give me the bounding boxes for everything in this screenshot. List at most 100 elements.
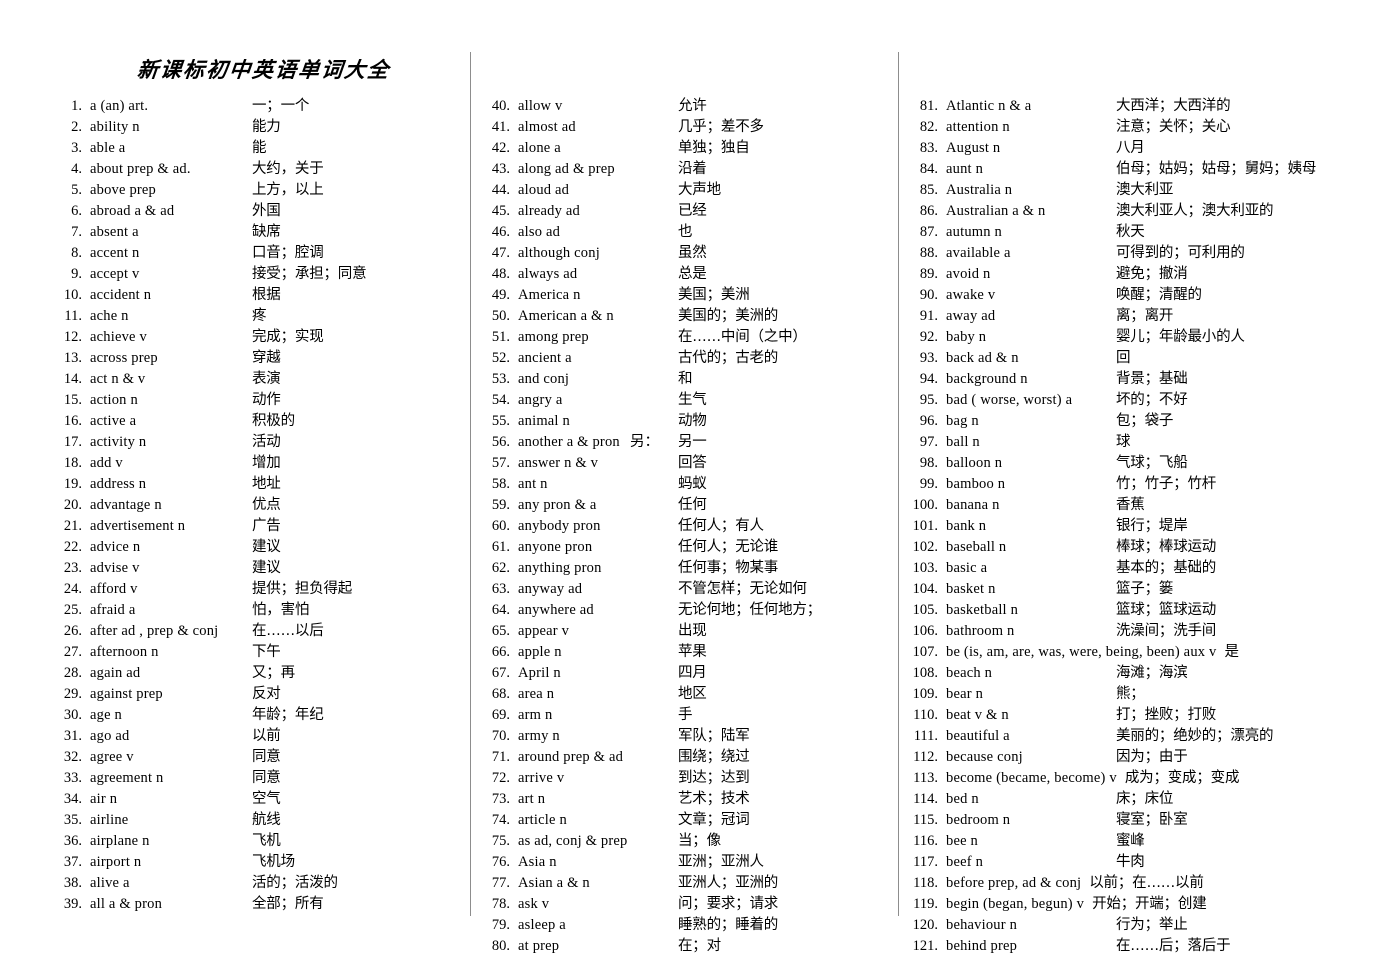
word-entry: 76. Asia n 亚洲；亚洲人 <box>480 852 885 873</box>
entry-number: 3. <box>71 140 82 156</box>
word-entry: 48. always ad 总是 <box>480 264 885 285</box>
entry-term: advise v <box>90 560 140 576</box>
entry-number: 11. <box>64 308 82 324</box>
word-entry: 109. bear n 熊； <box>908 684 1348 705</box>
word-entry: 102. baseball n 棒球；棒球运动 <box>908 537 1348 558</box>
entry-gloss: 地区 <box>678 686 707 702</box>
word-entry: 31. ago ad 以前 <box>52 726 457 747</box>
word-entry: 22. advice n 建议 <box>52 537 457 558</box>
entry-number: 68. <box>491 686 510 702</box>
entry-term: again ad <box>90 665 141 681</box>
word-entry: 119. begin (began, begun) v 开始；开端；创建 <box>908 894 1348 915</box>
entry-term: any pron & a <box>518 497 597 513</box>
entry-term: baby n <box>946 329 987 345</box>
word-entry: 16. active a 积极的 <box>52 411 457 432</box>
entry-number: 4. <box>71 161 82 177</box>
entry-term: beach n <box>946 665 993 681</box>
word-entry: 54. angry a 生气 <box>480 390 885 411</box>
entry-term: appear v <box>518 623 570 639</box>
entry-gloss: 因为；由于 <box>1116 749 1188 765</box>
entry-term: behind prep <box>946 938 1018 954</box>
entry-term: already ad <box>518 203 580 219</box>
entry-gloss: 是 <box>1224 644 1240 660</box>
entry-gloss: 棒球；棒球运动 <box>1116 539 1217 555</box>
entry-term: basic a <box>946 560 988 576</box>
entry-gloss: 生气 <box>678 392 707 408</box>
entry-gloss: 也 <box>678 224 693 240</box>
entry-gloss: 澳大利亚 <box>1116 182 1174 198</box>
word-entry: 112. because conj 因为；由于 <box>908 747 1348 768</box>
entry-term: balloon n <box>946 455 1003 471</box>
word-entry: 55. animal n 动物 <box>480 411 885 432</box>
word-entry: 25. afraid a 怕，害怕 <box>52 600 457 621</box>
entry-term: after ad , prep & conj <box>90 623 219 639</box>
word-entry: 36. airplane n 飞机 <box>52 831 457 852</box>
entry-gloss: 优点 <box>252 497 281 513</box>
entry-gloss: 竹；竹子；竹杆 <box>1116 476 1217 492</box>
entry-term: active a <box>90 413 137 429</box>
entry-number: 27. <box>63 644 82 660</box>
word-entry: 103. basic a 基本的；基础的 <box>908 558 1348 579</box>
entry-number: 60. <box>491 518 510 534</box>
entry-term: bear n <box>946 686 984 702</box>
entry-term: aloud ad <box>518 182 570 198</box>
entry-term: American a & n <box>518 308 614 324</box>
word-entry: 114. bed n 床；床位 <box>908 789 1348 810</box>
entry-gloss: 在……中间（之中） <box>678 329 807 345</box>
word-entry: 108. beach n 海滩；海滨 <box>908 663 1348 684</box>
entry-gloss: 注意；关怀；关心 <box>1116 119 1231 135</box>
entry-gloss: 大声地 <box>678 182 721 198</box>
entry-gloss: 婴儿；年龄最小的人 <box>1116 329 1245 345</box>
word-entry: 52. ancient a 古代的；古老的 <box>480 348 885 369</box>
entry-gloss: 任何事；物某事 <box>678 560 779 576</box>
word-entry: 80. at prep 在；对 <box>480 936 885 957</box>
entry-number: 100. <box>912 497 938 513</box>
word-column-1: 新课标初中英语单词大全 1. a (an) art. 一；一个 2. ability n… <box>52 52 457 915</box>
word-entry: 61. anyone pron 任何人；无论谁 <box>480 537 885 558</box>
entry-number: 9. <box>71 266 82 282</box>
entry-gloss: 背景；基础 <box>1116 371 1188 387</box>
entry-term: another a & pron <box>518 434 620 450</box>
word-entry: 97. ball n 球 <box>908 432 1348 453</box>
entry-gloss: 球 <box>1116 434 1131 450</box>
word-entry: 92. baby n 婴儿；年龄最小的人 <box>908 327 1348 348</box>
word-entry: 62. anything pron 任何事；物某事 <box>480 558 885 579</box>
entry-number: 107. <box>912 644 938 660</box>
entry-term: beef n <box>946 854 984 870</box>
word-entry: 121. behind prep 在……后；落后于 <box>908 936 1348 957</box>
entry-term: across prep <box>90 350 158 366</box>
entry-gloss: 八月 <box>1116 140 1145 156</box>
word-entry: 14. act n & v 表演 <box>52 369 457 390</box>
entry-number: 77. <box>491 875 510 891</box>
entry-gloss: 航线 <box>252 812 281 828</box>
entry-term: accept v <box>90 266 140 282</box>
entry-term: anyone pron <box>518 539 593 555</box>
entry-number: 111. <box>913 728 938 744</box>
word-entry: 66. apple n 苹果 <box>480 642 885 663</box>
entry-term: bank n <box>946 518 987 534</box>
word-entry: 71. around prep & ad 围绕；绕过 <box>480 747 885 768</box>
word-entry: 9. accept v 接受；承担；同意 <box>52 264 457 285</box>
word-entry: 17. activity n 活动 <box>52 432 457 453</box>
entry-term: ability n <box>90 119 140 135</box>
entry-term: activity n <box>90 434 147 450</box>
entry-term: arm n <box>518 707 553 723</box>
word-entry: 21. advertisement n 广告 <box>52 516 457 537</box>
entry-gloss: 口音；腔调 <box>252 245 324 261</box>
entry-term: animal n <box>518 413 570 429</box>
entry-term: about prep & ad. <box>90 161 191 177</box>
entry-term: airport n <box>90 854 142 870</box>
entry-term: ago ad <box>90 728 130 744</box>
word-entry: 81. Atlantic n & a 大西洋；大西洋的 <box>908 96 1348 117</box>
word-entry: 106. bathroom n 洗澡间；洗手间 <box>908 621 1348 642</box>
entry-term: angry a <box>518 392 563 408</box>
entry-number: 1. <box>71 98 82 114</box>
entry-term: before prep, ad & conj <box>946 875 1082 891</box>
word-entry: 39. all a & pron 全部；所有 <box>52 894 457 915</box>
entry-number: 109. <box>912 686 938 702</box>
entry-gloss: 不管怎样；无论如何 <box>678 581 807 597</box>
entry-gloss: 蜜峰 <box>1116 833 1145 849</box>
entry-gloss: 已经 <box>678 203 707 219</box>
entry-term: aunt n <box>946 161 984 177</box>
word-entry: 100. banana n 香蕉 <box>908 495 1348 516</box>
